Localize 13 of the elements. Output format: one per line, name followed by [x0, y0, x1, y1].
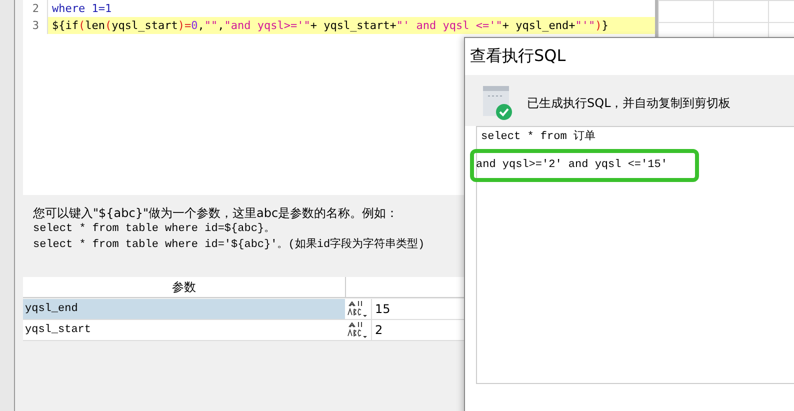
hint-text: select * from table where id='${abc}'。(如果id字段为字符串类型) [33, 237, 426, 253]
parameter-name[interactable]: yqsl_end [23, 299, 345, 319]
text-type-icon[interactable] [347, 300, 369, 318]
hint-text: 您可以键入"${abc}"做为一个参数，这里abc是参数的名称。例如： [33, 205, 400, 221]
line-number: 2 [23, 0, 48, 17]
code-line: where 1=1 [51, 1, 113, 17]
column-header: 参数 [23, 277, 346, 297]
hint-text: select * from table where id=${abc}。 [33, 222, 276, 237]
document-check-icon [483, 86, 513, 120]
text-type-icon[interactable] [347, 321, 369, 339]
dialog-title: 查看执行SQL [469, 45, 567, 67]
parameter-name[interactable]: yqsl_start [23, 320, 345, 340]
sql-line: select * from 订单 [480, 129, 596, 145]
